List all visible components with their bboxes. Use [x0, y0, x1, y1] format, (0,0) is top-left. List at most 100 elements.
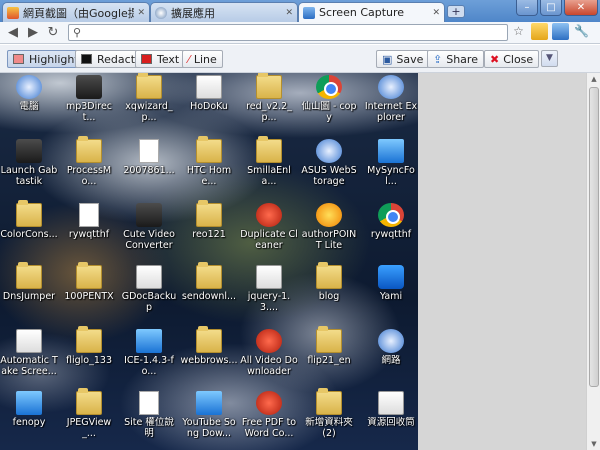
folder-icon — [196, 262, 222, 289]
captured-desktop-image[interactable]: 電腦 mp3Direct... xqwizard_p... HoDoKu red_v2.… — [0, 73, 418, 450]
folder-icon — [76, 262, 102, 289]
close-label: Close — [503, 52, 534, 66]
wrench-icon[interactable]: 🔧 — [573, 23, 590, 40]
desktop-icon-label: rywqtthf — [370, 229, 412, 240]
desktop-icon: Site 權位說明 — [120, 391, 178, 439]
scrollbar-thumb[interactable] — [589, 87, 599, 387]
reload-button[interactable]: ↻ — [43, 25, 63, 40]
share-button[interactable]: ⇪ Share — [427, 50, 484, 68]
desktop-icon-label: 電腦 — [19, 101, 39, 112]
desktop-icon: Launch Gabtastik — [0, 139, 58, 187]
desktop-icon: 100PENTX — [60, 262, 118, 302]
line-button[interactable]: ⁄ Line — [182, 50, 223, 68]
close-icon[interactable]: ✕ — [285, 8, 293, 18]
close-icon[interactable]: ✕ — [137, 8, 145, 18]
desktop-icon-label: rywqtthf — [68, 229, 110, 240]
desktop-icon: flip21_en — [300, 326, 358, 366]
redact-swatch — [81, 54, 92, 64]
js-icon — [256, 265, 282, 289]
forward-button[interactable]: ▶ — [23, 25, 43, 40]
window-close-button[interactable]: ✕ — [564, 0, 598, 16]
tab-extensions[interactable]: 擴展應用 ✕ — [150, 2, 298, 22]
desktop-icon: GDocBackup — [120, 265, 178, 313]
highlight-swatch — [13, 54, 24, 64]
authorpoint-icon — [316, 203, 342, 227]
folder-icon — [196, 200, 222, 227]
desktop-icon: Free PDF to Word Co... — [240, 391, 298, 439]
recycle-bin-icon — [378, 391, 404, 415]
desktop-icon: Duplicate Cleaner — [240, 203, 298, 251]
back-button[interactable]: ◀ — [3, 25, 23, 40]
tab-title: Screen Capture — [319, 6, 405, 19]
close-icon[interactable]: ✕ — [432, 8, 440, 18]
desktop-icon-label: Automatic Take Scree... — [0, 355, 58, 377]
chrome-icon — [316, 75, 342, 99]
desktop-icon: Internet Explorer — [362, 75, 418, 123]
desktop-icon: DnsJumper — [0, 262, 58, 302]
close-x-icon: ✖ — [490, 52, 500, 66]
desktop-icon: red_v2.2_p... — [240, 73, 298, 123]
line-label: Line — [193, 52, 217, 66]
maximize-button[interactable]: □ — [540, 0, 562, 16]
desktop-icon: xqwizard_p... — [120, 73, 178, 123]
desktop-icon-label: DnsJumper — [2, 291, 56, 302]
scroll-up-arrow[interactable]: ▲ — [587, 73, 600, 85]
desktop-icon-label: 仙山圖 - copy — [301, 101, 357, 123]
ice-icon — [136, 329, 162, 353]
desktop-icon: JPEGView_... — [60, 388, 118, 439]
desktop-icon-label: ColorCons... — [0, 229, 58, 240]
folder-icon — [316, 388, 342, 415]
text-swatch — [141, 54, 152, 64]
folder-icon — [196, 136, 222, 163]
gabtastik-icon — [16, 139, 42, 163]
minimize-button[interactable]: – — [516, 0, 538, 16]
desktop-icon-label: webbrows... — [180, 355, 238, 366]
tab-title: 擴展應用 — [171, 6, 215, 20]
desktop-icon-label: MySyncFol... — [367, 165, 415, 187]
desktop-icon: mp3Direct... — [60, 75, 118, 123]
redact-button[interactable]: Redact — [75, 50, 142, 68]
desktop-icon: ASUS WebStorage — [300, 139, 358, 187]
tab-title: 網頁截圖（由Google提供） — [23, 6, 134, 20]
desktop-icon: All Video Downloader — [240, 329, 298, 377]
screen-capture-extension-icon[interactable] — [552, 23, 569, 40]
desktop-icon-label: red_v2.2_p... — [246, 101, 292, 123]
clock-icon — [16, 329, 42, 353]
bookmark-star-icon[interactable]: ☆ — [510, 23, 527, 40]
close-button[interactable]: ✖ Close — [484, 50, 540, 68]
search-icon: ⚲ — [73, 26, 82, 39]
tab-screenshot[interactable]: 網頁截圖（由Google提供） ✕ — [2, 2, 150, 22]
folder-icon — [316, 262, 342, 289]
desktop-icon: fliglo_133 — [60, 326, 118, 366]
save-button[interactable]: ▣ Save — [376, 50, 430, 68]
folder-icon — [196, 326, 222, 353]
folder-icon — [76, 136, 102, 163]
more-options-dropdown[interactable]: ▼ — [541, 50, 558, 67]
desktop-icon-label: HTC Home... — [186, 165, 232, 187]
highlight-button[interactable]: Highlight — [7, 50, 85, 68]
folder-icon — [16, 262, 42, 289]
mp3-file-icon — [139, 139, 159, 163]
save-icon: ▣ — [382, 52, 393, 66]
desktop-icon: 2007861... — [120, 139, 178, 176]
text-button[interactable]: Text — [135, 50, 186, 68]
scroll-down-arrow[interactable]: ▼ — [587, 438, 600, 450]
vertical-scrollbar[interactable]: ▲ ▼ — [586, 73, 600, 450]
nav-icons: ☆ 🔧 — [510, 23, 590, 40]
new-tab-button[interactable]: + — [447, 5, 465, 18]
capture-toolbar: Highlight Redact Text ⁄ Line ▣ Save ⇪ Sh… — [0, 45, 600, 73]
omnibox[interactable]: ⚲ — [68, 24, 508, 41]
desktop-icon: blog — [300, 262, 358, 302]
desktop-icon-label: HoDoKu — [190, 101, 228, 112]
document-icon — [79, 203, 99, 227]
desktop-icon-label: 資源回收筒 — [367, 417, 415, 428]
desktop-icon: ICE-1.4.3-fo... — [120, 329, 178, 377]
extension-folder-icon[interactable] — [531, 23, 548, 40]
desktop-icon-label: xqwizard_p... — [125, 101, 173, 123]
desktop-icon-label: mp3Direct... — [65, 101, 113, 123]
line-icon: ⁄ — [188, 52, 190, 66]
desktop-icon-label: flip21_en — [307, 355, 351, 366]
tab-screen-capture[interactable]: Screen Capture ✕ — [298, 2, 445, 22]
puzzle-icon — [155, 6, 167, 19]
folder-icon — [256, 136, 282, 163]
